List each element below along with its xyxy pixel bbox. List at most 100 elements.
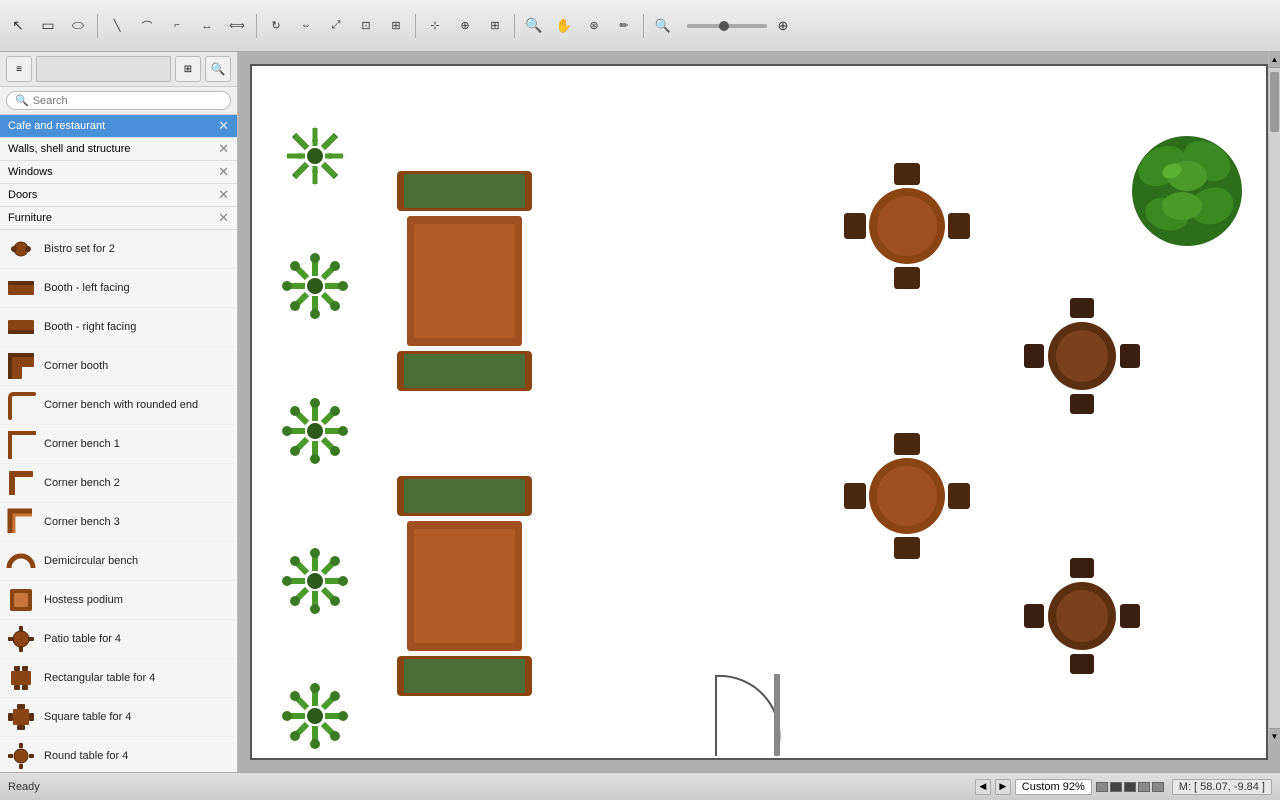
- hostess-podium-icon: [6, 585, 36, 615]
- patio-table-4-icon: [6, 624, 36, 654]
- orbit-tool[interactable]: ⊛: [580, 12, 608, 40]
- category-windows[interactable]: Windows ✕: [0, 161, 237, 184]
- canvas-area[interactable]: ▲ ▼: [238, 52, 1280, 772]
- sidebar-grid-view-btn[interactable]: ⊞: [175, 56, 201, 82]
- zoom-ind-2: [1110, 782, 1122, 792]
- furniture-demicircular-bench[interactable]: Demicircular bench: [0, 542, 237, 581]
- status-text: Ready: [8, 781, 40, 793]
- category-doors-close[interactable]: ✕: [218, 187, 229, 203]
- measure-tool[interactable]: ↔: [193, 12, 221, 40]
- rectangle-tool[interactable]: ▭: [34, 12, 62, 40]
- scrollbar-thumb-v[interactable]: [1270, 72, 1279, 132]
- select-tool[interactable]: ↖: [4, 12, 32, 40]
- zoom-scroll-right[interactable]: ▶: [995, 779, 1011, 795]
- 3d-tool[interactable]: ✏: [610, 12, 638, 40]
- toolbar-sep-2: [256, 14, 257, 38]
- category-doors[interactable]: Doors ✕: [0, 184, 237, 207]
- furniture-corner-bench-rounded[interactable]: Corner bench with rounded end: [0, 386, 237, 425]
- plant-4: [280, 546, 350, 619]
- plant-2: [280, 251, 350, 324]
- furniture-corner-bench-2[interactable]: Corner bench 2: [0, 464, 237, 503]
- plant-5: [280, 681, 350, 754]
- category-cafe[interactable]: Cafe and restaurant ✕: [0, 115, 237, 138]
- zoom-scroll-left[interactable]: ◀: [975, 779, 991, 795]
- booth-canvas-2[interactable]: [392, 471, 537, 704]
- furniture-square-table-4[interactable]: Square table for 4: [0, 698, 237, 737]
- mirror-tool[interactable]: ⤢: [322, 12, 350, 40]
- sidebar-search-btn[interactable]: 🔍: [205, 56, 231, 82]
- search-input-wrap[interactable]: 🔍: [6, 91, 231, 110]
- zoom-slider-thumb[interactable]: [719, 21, 729, 31]
- rotate-tool[interactable]: ↻: [262, 12, 290, 40]
- square-table-4-label: Square table for 4: [44, 711, 131, 723]
- round-table-set-3[interactable]: [842, 431, 972, 564]
- sidebar-top-bar: ≡ ⊞ 🔍: [0, 52, 237, 87]
- zoom-out-btn[interactable]: 🔍: [649, 12, 677, 40]
- furniture-booth-right[interactable]: Booth - right facing: [0, 308, 237, 347]
- furniture-rectangular-table-4[interactable]: Rectangular table for 4: [0, 659, 237, 698]
- category-windows-label: Windows: [8, 166, 218, 178]
- round-table-4-label: Round table for 4: [44, 750, 128, 762]
- furniture-round-table-4[interactable]: Round table for 4: [0, 737, 237, 772]
- canvas[interactable]: [250, 64, 1268, 760]
- zoom-in-tool[interactable]: 🔍: [520, 12, 548, 40]
- furniture-hostess-podium[interactable]: Hostess podium: [0, 581, 237, 620]
- category-list: Cafe and restaurant ✕ Walls, shell and s…: [0, 115, 237, 772]
- corner-bench-rounded-icon: [6, 390, 36, 420]
- zoom-ind-3: [1124, 782, 1136, 792]
- category-furniture-close[interactable]: ✕: [218, 210, 229, 226]
- snap-point-tool[interactable]: ⊕: [451, 12, 479, 40]
- corner-bench-1-label: Corner bench 1: [44, 438, 120, 450]
- polyline-tool[interactable]: ⌐: [163, 12, 191, 40]
- sidebar-list-view-btn[interactable]: ≡: [6, 56, 32, 82]
- pan-tool[interactable]: ✋: [550, 12, 578, 40]
- main-toolbar: ↖ ▭ ⬭ ╲ ⌒ ⌐ ↔ ⟺ ↻ ⇔ ⤢ ⊡ ⊞ ⊹ ⊕ ⊞ 🔍 ✋ ⊛ ✏ …: [0, 0, 1280, 52]
- search-input[interactable]: [33, 95, 222, 107]
- scrollbar-down-btn[interactable]: ▼: [1269, 728, 1280, 744]
- corner-bench-3-label: Corner bench 3: [44, 516, 120, 528]
- large-plant: [1122, 126, 1252, 259]
- booth-canvas-1[interactable]: [392, 166, 537, 399]
- round-table-set-4[interactable]: [1022, 556, 1142, 679]
- scrollbar-up-btn[interactable]: ▲: [1269, 52, 1280, 68]
- zoom-ind-1: [1096, 782, 1108, 792]
- scale-tool[interactable]: ⊡: [352, 12, 380, 40]
- ellipse-tool[interactable]: ⬭: [64, 12, 92, 40]
- snap-grid-tool[interactable]: ⊹: [421, 12, 449, 40]
- arc-tool[interactable]: ⌒: [133, 12, 161, 40]
- furniture-corner-bench-1[interactable]: Corner bench 1: [0, 425, 237, 464]
- category-furniture[interactable]: Furniture ✕: [0, 207, 237, 230]
- zoom-slider[interactable]: [687, 24, 767, 28]
- category-walls[interactable]: Walls, shell and structure ✕: [0, 138, 237, 161]
- toolbar-sep-3: [415, 14, 416, 38]
- furniture-booth-left[interactable]: Booth - left facing: [0, 269, 237, 308]
- line-tool[interactable]: ╲: [103, 12, 131, 40]
- round-table-4-icon: [6, 741, 36, 771]
- furniture-patio-table-4[interactable]: Patio table for 4: [0, 620, 237, 659]
- flip-tool[interactable]: ⇔: [292, 12, 320, 40]
- dimension-tool[interactable]: ⟺: [223, 12, 251, 40]
- rectangular-table-4-icon: [6, 663, 36, 693]
- furniture-corner-booth[interactable]: Corner booth: [0, 347, 237, 386]
- bistro-set-2-icon: [6, 234, 36, 264]
- booth-right-label: Booth - right facing: [44, 321, 136, 333]
- corner-bench-3-icon: [6, 507, 36, 537]
- zoom-in-btn[interactable]: ⊕: [769, 12, 797, 40]
- square-table-4-icon: [6, 702, 36, 732]
- furniture-corner-bench-3[interactable]: Corner bench 3: [0, 503, 237, 542]
- category-walls-close[interactable]: ✕: [218, 141, 229, 157]
- zoom-indicator: [1096, 782, 1164, 792]
- category-windows-close[interactable]: ✕: [218, 164, 229, 180]
- round-table-set-2[interactable]: [1022, 296, 1142, 419]
- booth-right-icon: [6, 312, 36, 342]
- plant-1: [280, 121, 350, 194]
- demicircular-bench-label: Demicircular bench: [44, 555, 138, 567]
- canvas-vertical-scrollbar[interactable]: ▲ ▼: [1268, 52, 1280, 744]
- round-table-set-1[interactable]: [842, 161, 972, 294]
- category-doors-label: Doors: [8, 189, 218, 201]
- category-cafe-close[interactable]: ✕: [218, 118, 229, 134]
- align-tool[interactable]: ⊞: [481, 12, 509, 40]
- zoom-level-label[interactable]: Custom 92%: [1015, 779, 1092, 795]
- group-tool[interactable]: ⊞: [382, 12, 410, 40]
- furniture-bistro-set-2[interactable]: Bistro set for 2: [0, 230, 237, 269]
